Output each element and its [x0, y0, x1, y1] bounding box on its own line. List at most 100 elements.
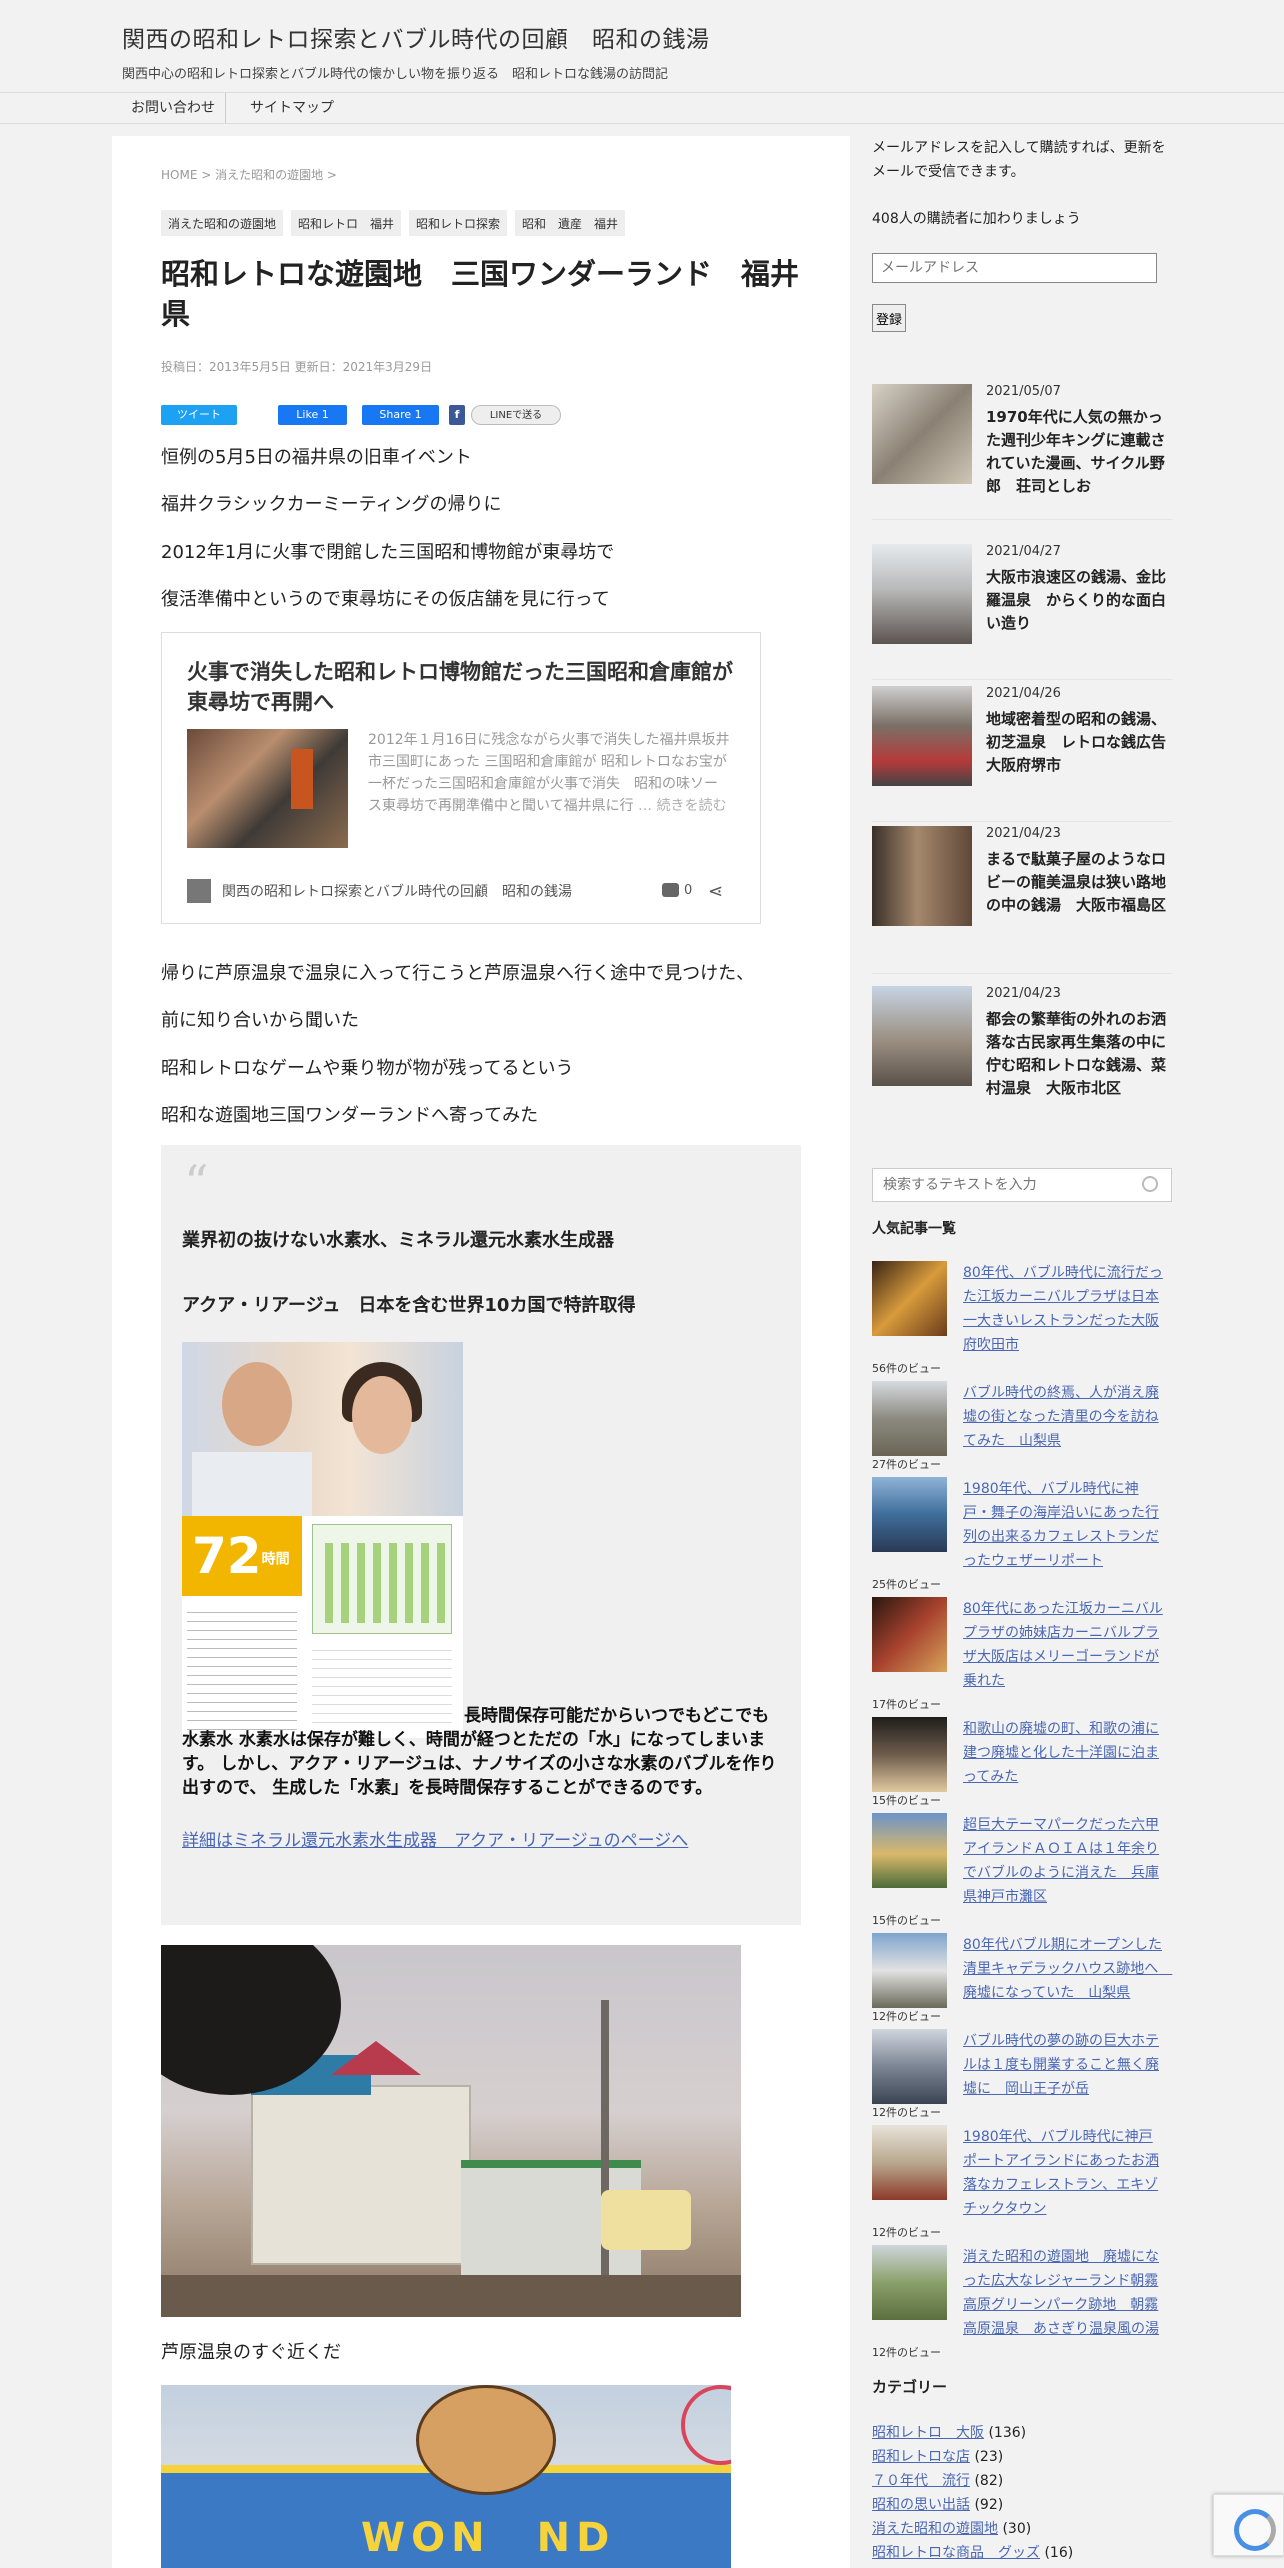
recent-post[interactable]: 2021/05/07 1970年代に人気の無かった週刊少年キングに連載されていた…: [872, 384, 1172, 520]
breadcrumb[interactable]: HOME > 消えた昭和の遊園地 >: [161, 166, 337, 183]
popular-post-views: 25件のビュー: [872, 1578, 941, 1591]
popular-post-views: 12件のビュー: [872, 2226, 941, 2239]
search-icon[interactable]: [1142, 1176, 1158, 1192]
category-link[interactable]: 消えた昭和の遊園地: [872, 2521, 998, 2537]
recent-post-date: 2021/04/23: [986, 986, 1061, 1001]
recent-post-title[interactable]: 1970年代に人気の無かった週刊少年キングに連載されていた漫画、サイクル野郎 荘…: [986, 406, 1166, 498]
recent-post-title[interactable]: 大阪市浪速区の銭湯、金比羅温泉 からくり的な面白い造り: [986, 566, 1166, 635]
quote-detail-link[interactable]: 詳細はミネラル還元水素水生成器 アクア・リアージュのページへ: [182, 1826, 688, 1851]
category-link[interactable]: 昭和の思い出話: [872, 2497, 970, 2513]
facebook-icon[interactable]: f: [449, 405, 465, 425]
popular-post-thumbnail[interactable]: [872, 1261, 947, 1336]
popular-post-title[interactable]: 80年代バブル期にオープンした清里キャデラックハウス跡地へ 廃墟になっていた 山…: [963, 1933, 1172, 2005]
recent-post[interactable]: 2021/04/23 まるで駄菓子屋のようなロビーの龍美温泉は狭い路地の中の銭湯…: [872, 826, 1172, 974]
popular-post-title[interactable]: 80年代にあった江坂カーニバルプラザの姉妹店カーニバルプラザ大阪店はメリーゴーラ…: [963, 1597, 1163, 1693]
popular-post-title[interactable]: 超巨大テーマパークだった六甲アイランドＡＯＩＡは１年余りでバブルのように消えた …: [963, 1813, 1163, 1909]
category-tag[interactable]: 昭和 遺産 福井: [515, 210, 626, 236]
recent-post-date: 2021/04/26: [986, 686, 1061, 701]
search-input[interactable]: [872, 1168, 1172, 1202]
blog-card-site-name: 関西の昭和レトロ探索とバブル時代の回顧 昭和の銭湯: [222, 884, 572, 900]
popular-post-thumbnail[interactable]: [872, 1933, 947, 2008]
line-share-button[interactable]: LINEで送る: [471, 405, 561, 425]
popular-post-title[interactable]: 1980年代、バブル時代に神戸ポートアイランドにあったお洒落なカフェレストラン、…: [963, 2125, 1163, 2221]
category-link[interactable]: 昭和レトロな商品 グッズ: [872, 2545, 1040, 2561]
site-description: 関西中心の昭和レトロ探索とバブル時代の懐かしい物を振り返る 昭和レトロな銭湯の訪…: [122, 67, 669, 82]
comment-count: 0: [684, 883, 693, 898]
nav-item-contact[interactable]: お問い合わせ: [121, 93, 226, 123]
recent-post-date: 2021/05/07: [986, 384, 1061, 399]
category-tag[interactable]: 消えた昭和の遊園地: [161, 210, 284, 236]
post-date: 投稿日：2013年5月5日 更新日：2021年3月29日: [161, 360, 433, 374]
recent-post[interactable]: 2021/04/27 大阪市浪速区の銭湯、金比羅温泉 からくり的な面白い造り: [872, 544, 1172, 680]
popular-post-views: 27件のビュー: [872, 1458, 941, 1471]
recent-post-title[interactable]: まるで駄菓子屋のようなロビーの龍美温泉は狭い路地の中の銭湯 大阪市福島区: [986, 848, 1166, 917]
category-link-item: ７０年代 流行 (82): [872, 2470, 1003, 2490]
popular-post-thumbnail[interactable]: [872, 2245, 947, 2320]
category-link[interactable]: 昭和レトロな店: [872, 2449, 970, 2465]
category-tag[interactable]: 昭和レトロ探索: [409, 210, 508, 236]
category-link[interactable]: 昭和レトロ 大阪: [872, 2425, 984, 2441]
recent-post[interactable]: 2021/04/23 都会の繁華街の外れのお洒落な古民家再生集落の中に佇む昭和レ…: [872, 986, 1172, 1122]
category-tag[interactable]: 昭和レトロ 福井: [291, 210, 402, 236]
email-input[interactable]: [872, 253, 1157, 283]
subscribe-button[interactable]: 登録: [872, 304, 906, 332]
ad-blockquote: “ 業界初の抜けない水素水、ミネラル還元水素水生成器 アクア・リアージュ 日本を…: [161, 1145, 801, 1925]
popular-post-views: 15件のビュー: [872, 1914, 941, 1927]
recent-post-title[interactable]: 地域密着型の昭和の銭湯、初芝温泉 レトロな銭広告 大阪府堺市: [986, 708, 1181, 777]
popular-post-thumbnail[interactable]: [872, 2029, 947, 2104]
recent-post-date: 2021/04/23: [986, 826, 1061, 841]
category-count: (136): [988, 2425, 1027, 2441]
popular-post-title[interactable]: バブル時代の終焉、人が消え廃墟の街となった清里の今を訪ねてみた 山梨県: [963, 1381, 1163, 1453]
popular-post-title[interactable]: 和歌山の廃墟の町、和歌の浦に建つ廃墟と化した十洋園に泊まってみた: [963, 1717, 1163, 1789]
article-main: HOME > 消えた昭和の遊園地 > 消えた昭和の遊園地 昭和レトロ 福井 昭和…: [112, 136, 850, 2568]
recaptcha-badge-icon[interactable]: [1213, 2494, 1284, 2556]
site-favicon-icon: [187, 879, 211, 903]
popular-post-views: 12件のビュー: [872, 2010, 941, 2023]
blog-card[interactable]: 火事で消失した昭和レトロ博物館だった三国昭和倉庫館が東尋坊で再開へ 2012年１…: [161, 632, 761, 924]
wonderland-building-photo: [161, 1945, 741, 2317]
popular-post-views: 56件のビュー: [872, 1362, 941, 1375]
category-link-item: 昭和レトロ 大阪 (136): [872, 2422, 1026, 2442]
blog-card-excerpt: 2012年１月16日に残念ながら火事で消失した福井県坂井市三国町にあった 三国昭…: [368, 729, 730, 817]
nav-item-sitemap[interactable]: サイトマップ: [240, 93, 344, 123]
blog-card-title[interactable]: 火事で消失した昭和レトロ博物館だった三国昭和倉庫館が東尋坊で再開へ: [187, 657, 742, 717]
read-more-link[interactable]: … 続きを読む: [638, 798, 726, 814]
category-count: (92): [974, 2497, 1004, 2513]
facebook-like-button[interactable]: Like 1: [278, 405, 347, 425]
category-link[interactable]: ７０年代 流行: [872, 2473, 970, 2489]
recent-post-title[interactable]: 都会の繁華街の外れのお洒落な古民家再生集落の中に佇む昭和レトロな銭湯、菜村温泉 …: [986, 1008, 1166, 1100]
category-link-item: 昭和レトロな店 (23): [872, 2446, 1003, 2466]
popular-post-thumbnail[interactable]: [872, 1597, 947, 1672]
post-title: 昭和レトロな遊園地 三国ワンダーランド 福井県: [161, 257, 800, 331]
popular-post-thumbnail[interactable]: [872, 1381, 947, 1456]
blog-card-thumbnail[interactable]: [187, 729, 348, 848]
popular-post-title[interactable]: 80年代、バブル時代に流行だった江坂カーニバルプラザは日本一大きいレストランだっ…: [963, 1261, 1163, 1357]
quote-body-text: 水素水は保存が難しく、時間が経つとただの「水」になってしまいます。 しかし、アク…: [182, 1730, 777, 1798]
popular-post-thumbnail[interactable]: [872, 1477, 947, 1552]
facebook-share-button[interactable]: Share 1: [362, 405, 439, 425]
popular-post-thumbnail[interactable]: [872, 2125, 947, 2200]
popular-posts-title: 人気記事一覧: [872, 1221, 956, 1237]
popular-post-title[interactable]: 消えた昭和の遊園地 廃墟になった広大なレジャーランド朝霧高原グリーンパーク跡地 …: [963, 2245, 1163, 2341]
popular-post-thumbnail[interactable]: [872, 1717, 947, 1792]
recent-post-thumbnail[interactable]: [872, 544, 972, 644]
category-count: (30): [1002, 2521, 1032, 2537]
category-count: (16): [1044, 2545, 1074, 2561]
popular-post-title[interactable]: バブル時代の夢の跡の巨大ホテルは１度も開業すること無く廃墟に 岡山王子が岳: [963, 2029, 1163, 2101]
recent-post-thumbnail[interactable]: [872, 384, 972, 484]
popular-post-thumbnail[interactable]: [872, 1813, 947, 1888]
recent-post-thumbnail[interactable]: [872, 986, 972, 1086]
recent-post-thumbnail[interactable]: [872, 686, 972, 786]
ad-image-72-hours: 72時間: [182, 1516, 302, 1596]
popular-post-title[interactable]: 1980年代、バブル時代に神戸・舞子の海岸沿いにあった行列の出来るカフェレストラ…: [963, 1477, 1163, 1573]
recent-post[interactable]: 2021/04/26 地域密着型の昭和の銭湯、初芝温泉 レトロな銭広告 大阪府堺…: [872, 686, 1181, 822]
paragraph: 昭和な遊園地三国ワンダーランドへ寄ってみた: [161, 1105, 539, 1126]
tweet-button[interactable]: ツイート: [161, 405, 237, 425]
recent-post-thumbnail[interactable]: [872, 826, 972, 926]
paragraph: 帰りに芦原温泉で温泉に入って行こうと芦原温泉へ行く途中で見つけた、: [161, 963, 755, 984]
site-title[interactable]: 関西の昭和レトロ探索とバブル時代の回顧 昭和の銭湯: [122, 20, 710, 54]
share-icon[interactable]: ⋖: [708, 881, 723, 902]
subscribe-text: メールアドレスを記入して購読すれば、更新をメールで受信できます。: [872, 140, 1166, 180]
quote-body: 長時間保存可能だからいつでもどこでも水素水 水素水は保存が難しく、時間が経つとた…: [182, 1704, 782, 1800]
recent-post-date: 2021/04/27: [986, 544, 1061, 559]
